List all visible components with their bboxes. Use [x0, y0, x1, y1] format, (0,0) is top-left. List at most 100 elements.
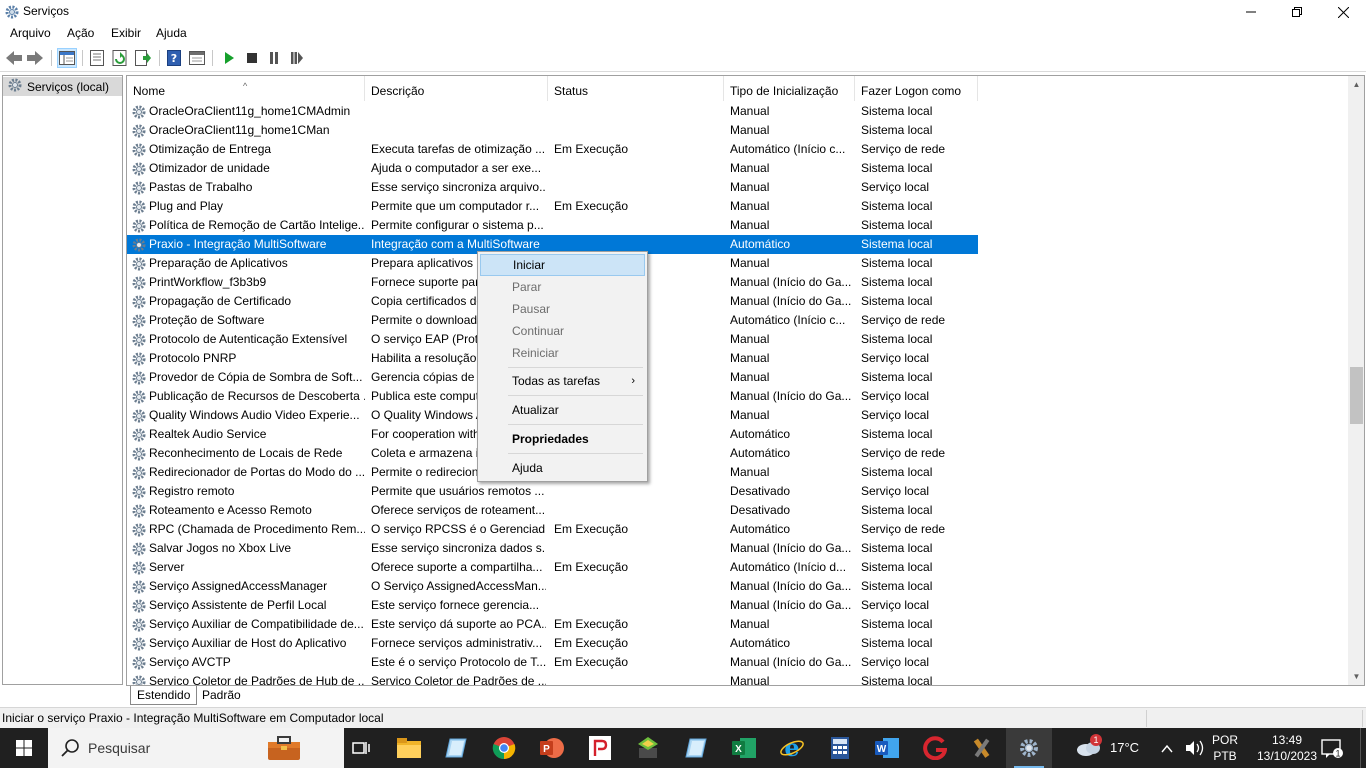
column-header-name[interactable]: Nome ^ — [127, 76, 365, 101]
svg-text:W: W — [877, 744, 887, 755]
table-row[interactable]: Serviço AssignedAccessManager O Serviço A… — [127, 577, 978, 596]
close-button[interactable] — [1320, 0, 1366, 24]
pdf-app-icon[interactable] — [577, 728, 623, 768]
services-list: Nome ^ Descrição Status Tipo de Iniciali… — [126, 75, 1365, 686]
properties-sheet-icon[interactable] — [87, 48, 107, 68]
menu-exibir[interactable]: Exibir — [111, 26, 141, 40]
table-row[interactable]: Serviço Auxiliar de Compatibilidade de..… — [127, 615, 978, 634]
menu-item-ajuda[interactable]: Ajuda — [480, 457, 645, 479]
service-logon-as: Sistema local — [861, 465, 933, 479]
menu-item-atualizar[interactable]: Atualizar — [480, 399, 645, 421]
stop-icon[interactable] — [242, 48, 262, 68]
menu-item-pausar[interactable]: Pausar — [480, 298, 645, 320]
calculator-icon[interactable] — [817, 728, 863, 768]
table-row[interactable]: Salvar Jogos no Xbox Live Esse serviço si… — [127, 539, 978, 558]
app-glass-2-icon[interactable] — [673, 728, 719, 768]
search-icon — [60, 738, 80, 761]
file-explorer-icon[interactable] — [386, 728, 432, 768]
show-desktop-button[interactable] — [1360, 728, 1366, 768]
view-tabs: Estendido Padrão — [126, 686, 426, 706]
service-gear-icon — [131, 655, 147, 671]
play-icon[interactable] — [219, 48, 239, 68]
column-header-logon-as[interactable]: Fazer Logon como — [855, 76, 978, 101]
weather-widget[interactable]: 1 17°C — [1072, 728, 1144, 768]
column-header-status[interactable]: Status — [548, 76, 724, 101]
table-row[interactable]: Roteamento e Acesso Remoto Oferece serviç… — [127, 501, 978, 520]
g-app-icon[interactable] — [912, 728, 958, 768]
word-icon[interactable]: W — [864, 728, 910, 768]
table-row[interactable]: Serviço Auxiliar de Host do Aplicativo Fo… — [127, 634, 978, 653]
internet-explorer-icon[interactable]: e — [769, 728, 815, 768]
table-row[interactable]: Otimização de Entrega Executa tarefas de … — [127, 140, 978, 159]
app-glass-icon[interactable] — [433, 728, 479, 768]
menu-item-propriedades[interactable]: Propriedades — [480, 428, 645, 450]
service-logon-as: Sistema local — [861, 237, 933, 251]
table-row[interactable]: Serviço Coletor de Padrões de Hub de ...… — [127, 672, 978, 685]
table-row[interactable]: Registro remoto Permite que usuários remo… — [127, 482, 978, 501]
service-startup-type: Manual — [730, 332, 770, 346]
tools-icon[interactable] — [959, 728, 1005, 768]
maximize-button[interactable] — [1274, 0, 1320, 24]
windows-start-icon[interactable] — [0, 728, 48, 768]
scroll-up-icon[interactable]: ▲ — [1348, 76, 1364, 93]
column-header-description[interactable]: Descrição — [365, 76, 548, 101]
gear-icon — [7, 77, 23, 96]
table-row[interactable]: Otimizador de unidade Ajuda o computador … — [127, 159, 978, 178]
service-name: Plug and Play — [149, 199, 224, 213]
service-gear-icon — [131, 560, 147, 576]
menu-arquivo[interactable]: Arquivo — [10, 26, 51, 40]
tab-padrao[interactable]: Padrão — [196, 686, 247, 705]
service-logon-as: Sistema local — [861, 579, 933, 593]
table-row[interactable]: Serviço AVCTP Este é o serviço Protocolo … — [127, 653, 978, 672]
server-app-icon[interactable] — [625, 728, 671, 768]
menu-item-parar[interactable]: Parar — [480, 276, 645, 298]
service-status — [554, 216, 724, 235]
table-row[interactable]: Serviço Assistente de Perfil Local Este s… — [127, 596, 978, 615]
table-row[interactable]: RPC (Chamada de Procedimento Rem... O ser… — [127, 520, 978, 539]
task-view-icon[interactable] — [338, 728, 384, 768]
menu-ajuda[interactable]: Ajuda — [156, 26, 187, 40]
console-tree-icon[interactable] — [57, 48, 77, 68]
excel-icon[interactable]: X — [721, 728, 767, 768]
menu-acao[interactable]: Ação — [67, 26, 94, 40]
menu-item-reiniciar[interactable]: Reiniciar — [480, 342, 645, 364]
search-box[interactable]: Pesquisar — [48, 728, 344, 768]
help-icon[interactable]: ? — [164, 48, 184, 68]
scroll-down-icon[interactable]: ▼ — [1348, 668, 1364, 685]
table-row[interactable]: OracleOraClient11g_home1CMan Manual Sistem… — [127, 121, 978, 140]
menu-item-iniciar[interactable]: Iniciar — [480, 254, 645, 276]
service-logon-as: Serviço local — [861, 351, 930, 365]
table-row[interactable]: Política de Remoção de Cartão Intelige..… — [127, 216, 978, 235]
clock[interactable]: 13:49 13/10/2023 — [1255, 732, 1319, 764]
notification-icon[interactable]: 1 — [1320, 736, 1344, 760]
tab-estendido[interactable]: Estendido — [130, 686, 198, 705]
forward-arrow-icon[interactable] — [25, 48, 45, 68]
chevron-up-icon[interactable] — [1160, 728, 1176, 768]
minimize-button[interactable] — [1228, 0, 1274, 24]
view-icon[interactable] — [187, 48, 207, 68]
tree-item-services-local[interactable]: Serviços (local) — [3, 77, 122, 96]
table-row[interactable]: Server Oferece suporte a compartilha... Em… — [127, 558, 978, 577]
table-row[interactable]: Plug and Play Permite que um computador r… — [127, 197, 978, 216]
service-description: Permite que usuários remotos ... — [371, 484, 545, 498]
table-row[interactable]: Pastas de Trabalho Esse serviço sincroniz… — [127, 178, 978, 197]
language-indicator[interactable]: POR PTB — [1212, 732, 1238, 764]
powerpoint-icon[interactable]: P — [529, 728, 575, 768]
volume-icon[interactable] — [1184, 728, 1206, 768]
services-gear-icon[interactable] — [1006, 728, 1052, 768]
vertical-scrollbar[interactable]: ▲ ▼ — [1348, 76, 1364, 685]
refresh-icon[interactable] — [110, 48, 130, 68]
window-title: Serviços — [23, 4, 70, 18]
status-text: Iniciar o serviço Praxio - Integração Mu… — [2, 711, 384, 725]
pause-icon[interactable] — [264, 48, 284, 68]
restart-icon[interactable] — [287, 48, 307, 68]
export-list-icon[interactable] — [133, 48, 153, 68]
scroll-thumb[interactable] — [1350, 367, 1363, 424]
chrome-icon[interactable] — [481, 728, 527, 768]
menu-item-todas-as-tarefas[interactable]: Todas as tarefas › — [480, 370, 645, 392]
column-header-startup-type[interactable]: Tipo de Inicialização — [724, 76, 855, 101]
back-arrow-icon[interactable] — [4, 48, 24, 68]
menu-item-continuar[interactable]: Continuar — [480, 320, 645, 342]
table-row[interactable]: OracleOraClient11g_home1CMAdmin Manual Sis… — [127, 102, 978, 121]
service-name: Server — [149, 560, 185, 574]
